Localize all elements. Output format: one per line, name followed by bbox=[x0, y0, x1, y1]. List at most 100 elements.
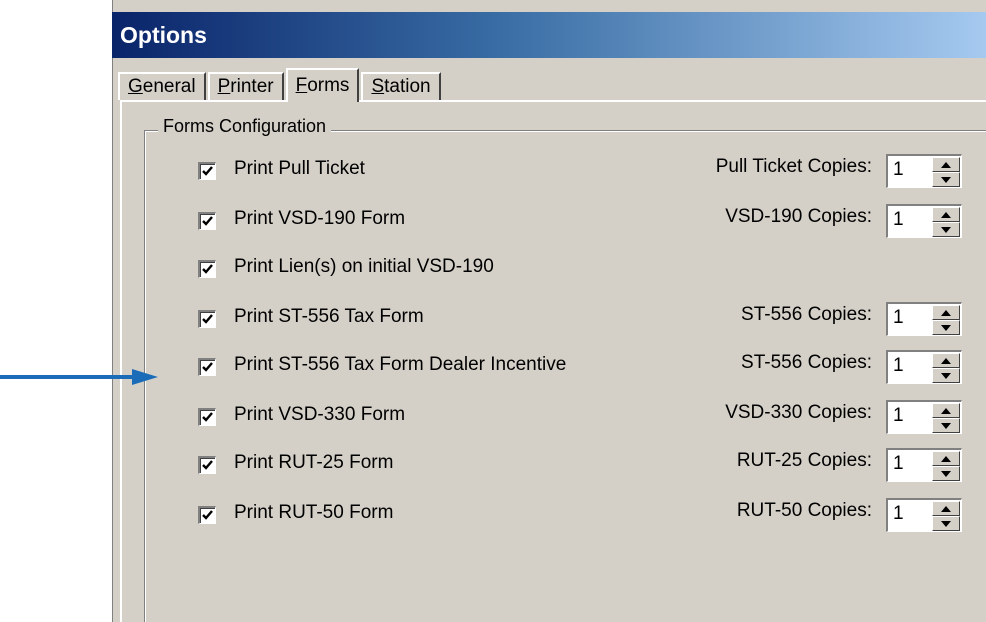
spin-buttons bbox=[932, 353, 960, 383]
form-row-vsd-330: Print VSD-330 Form VSD-330 Copies: 1 bbox=[122, 400, 986, 436]
tab-panel: Forms Configuration Print Pull Ticket Pu… bbox=[120, 100, 986, 622]
triangle-down-icon bbox=[941, 422, 951, 429]
tab-printer-accel: P bbox=[217, 76, 231, 97]
spin-down-button[interactable] bbox=[932, 368, 960, 383]
triangle-up-icon bbox=[941, 455, 951, 462]
options-dialog: Options General Printer Forms Station Fo… bbox=[110, 0, 986, 622]
checkbox-print-st-556-dealer-incentive[interactable] bbox=[198, 358, 216, 376]
title-bar[interactable]: Options bbox=[112, 12, 986, 58]
checkbox-label[interactable]: Print RUT-25 Form bbox=[234, 452, 393, 474]
form-row-st-556-dealer: Print ST-556 Tax Form Dealer Incentive S… bbox=[122, 350, 986, 386]
spin-value[interactable]: 1 bbox=[893, 355, 904, 377]
triangle-down-icon bbox=[941, 324, 951, 331]
rut-25-copies-stepper[interactable]: 1 bbox=[886, 448, 962, 482]
tab-strip: General Printer Forms Station bbox=[118, 68, 443, 102]
spin-up-button[interactable] bbox=[932, 501, 960, 516]
vsd-330-copies-stepper[interactable]: 1 bbox=[886, 400, 962, 434]
spin-down-button[interactable] bbox=[932, 516, 960, 531]
spin-down-button[interactable] bbox=[932, 320, 960, 335]
check-mark-icon bbox=[202, 460, 213, 470]
spin-value[interactable]: 1 bbox=[893, 503, 904, 525]
spin-value[interactable]: 1 bbox=[893, 307, 904, 329]
spin-down-button[interactable] bbox=[932, 418, 960, 433]
triangle-up-icon bbox=[941, 407, 951, 414]
copies-label: VSD-330 Copies: bbox=[725, 402, 872, 423]
spin-down-button[interactable] bbox=[932, 466, 960, 481]
spin-up-button[interactable] bbox=[932, 403, 960, 418]
checkbox-label[interactable]: Print ST-556 Tax Form bbox=[234, 306, 424, 328]
tab-station[interactable]: Station bbox=[361, 72, 441, 100]
tab-forms[interactable]: Forms bbox=[285, 68, 360, 102]
triangle-up-icon bbox=[941, 161, 951, 168]
form-row-rut-25: Print RUT-25 Form RUT-25 Copies: 1 bbox=[122, 448, 986, 484]
tab-general[interactable]: General bbox=[118, 72, 206, 100]
copies-label: Pull Ticket Copies: bbox=[715, 156, 872, 177]
checkbox-label[interactable]: Print ST-556 Tax Form Dealer Incentive bbox=[234, 354, 566, 376]
spin-up-button[interactable] bbox=[932, 305, 960, 320]
tab-printer-label: rinter bbox=[230, 76, 274, 97]
spin-buttons bbox=[932, 305, 960, 335]
triangle-up-icon bbox=[941, 309, 951, 316]
checkbox-print-pull-ticket[interactable] bbox=[198, 162, 216, 180]
tab-general-accel: G bbox=[128, 76, 143, 97]
copies-label: RUT-25 Copies: bbox=[736, 450, 872, 471]
spin-buttons bbox=[932, 157, 960, 187]
tab-general-label: eneral bbox=[142, 76, 196, 97]
rut-50-copies-stepper[interactable]: 1 bbox=[886, 498, 962, 532]
copies-label: ST-556 Copies: bbox=[741, 304, 872, 325]
triangle-down-icon bbox=[941, 520, 951, 527]
form-row-pull-ticket: Print Pull Ticket Pull Ticket Copies: 1 bbox=[122, 154, 986, 190]
check-mark-icon bbox=[202, 412, 213, 422]
st-556-copies-stepper[interactable]: 1 bbox=[886, 302, 962, 336]
checkbox-label[interactable]: Print Pull Ticket bbox=[234, 158, 365, 180]
window-title: Options bbox=[120, 21, 207, 48]
tab-station-accel: S bbox=[371, 76, 385, 97]
spin-value[interactable]: 1 bbox=[893, 209, 904, 231]
check-mark-icon bbox=[202, 314, 213, 324]
spin-up-button[interactable] bbox=[932, 207, 960, 222]
triangle-down-icon bbox=[941, 372, 951, 379]
pull-ticket-copies-stepper[interactable]: 1 bbox=[886, 154, 962, 188]
triangle-down-icon bbox=[941, 470, 951, 477]
spin-buttons bbox=[932, 403, 960, 433]
spin-down-button[interactable] bbox=[932, 222, 960, 237]
tab-forms-accel: F bbox=[295, 75, 308, 96]
spin-value[interactable]: 1 bbox=[893, 405, 904, 427]
triangle-down-icon bbox=[941, 226, 951, 233]
tab-station-label: tation bbox=[384, 76, 431, 97]
checkbox-label[interactable]: Print RUT-50 Form bbox=[234, 502, 393, 524]
checkbox-print-st-556[interactable] bbox=[198, 310, 216, 328]
spin-up-button[interactable] bbox=[932, 451, 960, 466]
spin-up-button[interactable] bbox=[932, 157, 960, 172]
check-mark-icon bbox=[202, 216, 213, 226]
st-556-dealer-copies-stepper[interactable]: 1 bbox=[886, 350, 962, 384]
form-row-rut-50: Print RUT-50 Form RUT-50 Copies: 1 bbox=[122, 498, 986, 534]
triangle-up-icon bbox=[941, 211, 951, 218]
checkbox-label[interactable]: Print VSD-330 Form bbox=[234, 404, 405, 426]
checkbox-label[interactable]: Print VSD-190 Form bbox=[234, 208, 405, 230]
checkbox-print-rut-50[interactable] bbox=[198, 506, 216, 524]
copies-label: ST-556 Copies: bbox=[741, 352, 872, 373]
checkbox-print-lien[interactable] bbox=[198, 260, 216, 278]
form-row-lien: Print Lien(s) on initial VSD-190 bbox=[122, 252, 986, 288]
copies-label: RUT-50 Copies: bbox=[736, 500, 872, 521]
vsd-190-copies-stepper[interactable]: 1 bbox=[886, 204, 962, 238]
form-row-st-556: Print ST-556 Tax Form ST-556 Copies: 1 bbox=[122, 302, 986, 338]
checkbox-print-vsd-190[interactable] bbox=[198, 212, 216, 230]
check-mark-icon bbox=[202, 362, 213, 372]
triangle-down-icon bbox=[941, 176, 951, 183]
checkbox-print-vsd-330[interactable] bbox=[198, 408, 216, 426]
spin-down-button[interactable] bbox=[932, 172, 960, 187]
spin-buttons bbox=[932, 207, 960, 237]
triangle-up-icon bbox=[941, 505, 951, 512]
tab-printer[interactable]: Printer bbox=[207, 72, 284, 100]
spin-buttons bbox=[932, 451, 960, 481]
spin-up-button[interactable] bbox=[932, 353, 960, 368]
checkbox-print-rut-25[interactable] bbox=[198, 456, 216, 474]
form-row-vsd-190: Print VSD-190 Form VSD-190 Copies: 1 bbox=[122, 204, 986, 240]
check-mark-icon bbox=[202, 510, 213, 520]
check-mark-icon bbox=[202, 166, 213, 176]
checkbox-label[interactable]: Print Lien(s) on initial VSD-190 bbox=[234, 256, 494, 278]
spin-value[interactable]: 1 bbox=[893, 453, 904, 475]
spin-value[interactable]: 1 bbox=[893, 159, 904, 181]
